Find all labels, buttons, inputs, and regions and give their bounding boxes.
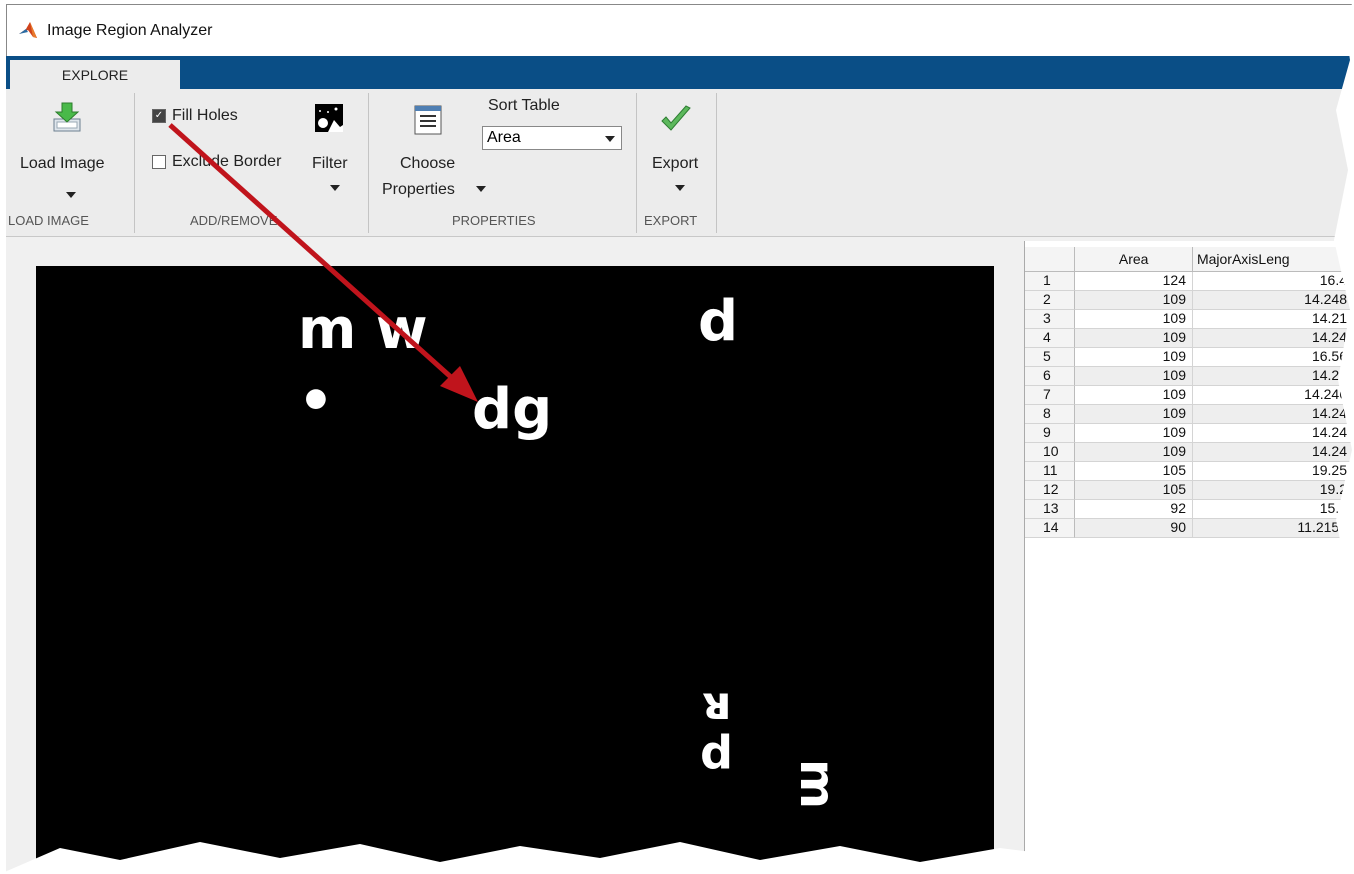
torn-edge (0, 0, 1354, 874)
app-window: Image Region Analyzer EXPLORE Load Image… (0, 0, 1354, 874)
